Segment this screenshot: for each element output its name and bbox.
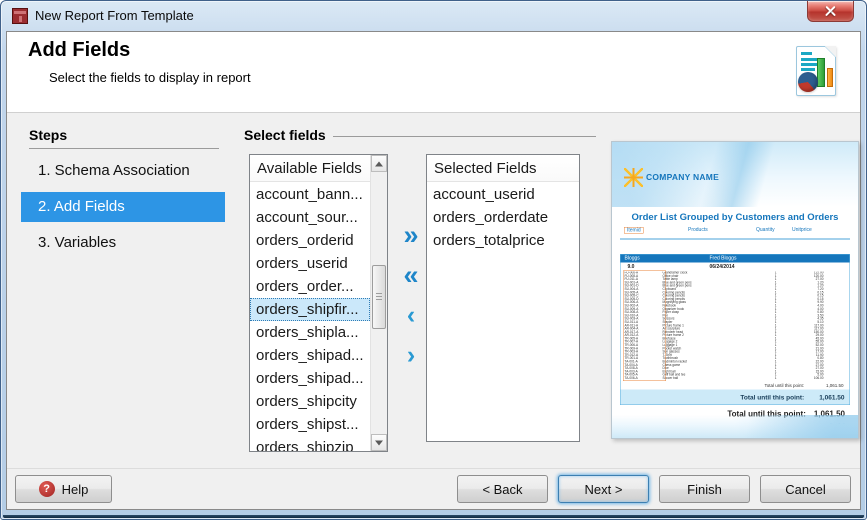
available-field-item[interactable]: orders_shipzip: [250, 436, 370, 451]
next-button[interactable]: Next >: [558, 475, 649, 503]
preview-logo: COMPANY NAME: [624, 168, 719, 187]
total-band-label: Total until this point:: [740, 393, 804, 401]
close-button[interactable]: [807, 1, 854, 22]
finish-button[interactable]: Finish: [659, 475, 750, 503]
pie-chart-icon: [798, 72, 818, 92]
highlight-box-codes-column: [623, 271, 666, 382]
document-fold: [825, 46, 836, 57]
page-subtitle: Select the fields to display in report: [49, 70, 251, 85]
total-band-value: 1,061.50: [819, 393, 844, 401]
report-preview: COMPANY NAME Order List Grouped by Custo…: [611, 141, 859, 439]
preview-cell: Soccer ball: [663, 377, 749, 380]
wizard-nav-buttons: < Back Next > Finish Cancel: [457, 475, 851, 503]
available-field-item[interactable]: orders_shipad...: [250, 344, 370, 367]
preview-column-header: Products: [688, 227, 708, 233]
help-label: Help: [62, 482, 89, 497]
page-title: Add Fields: [28, 39, 130, 62]
preview-group-band: Bloggs Fred Bloggs: [621, 255, 850, 263]
orange-bar: [827, 68, 833, 87]
preview-report-title: Order List Grouped by Customers and Orde…: [612, 212, 858, 223]
help-button[interactable]: ? Help: [15, 475, 112, 503]
group-name: Bloggs: [625, 255, 710, 263]
available-scrollbar[interactable]: [370, 155, 387, 451]
scroll-up-button[interactable]: [371, 155, 387, 172]
move-left-button[interactable]: ‹: [407, 302, 415, 330]
step-item[interactable]: 1. Schema Association: [21, 156, 225, 186]
selected-field-item[interactable]: account_userid: [427, 183, 579, 206]
green-bar: [817, 58, 825, 87]
available-field-item[interactable]: account_sour...: [250, 206, 370, 229]
dialog-content: Add Fields Select the fields to display …: [6, 31, 861, 510]
steps-list: 1. Schema Association 2. Add Fields 3. Var…: [21, 156, 225, 264]
report-chart-icon: [796, 46, 836, 96]
wizard-header: Add Fields Select the fields to display …: [7, 32, 860, 113]
preview-total-band: Total until this point: 1,061.50: [621, 390, 850, 405]
move-right-button[interactable]: ›: [407, 342, 415, 370]
button-bar: ? Help < Back Next > Finish Cancel: [7, 468, 860, 509]
arrow-down-icon: [375, 440, 383, 445]
step-item[interactable]: 2. Add Fields: [21, 192, 225, 222]
doc-line: [801, 68, 815, 71]
selected-fields-header: Selected Fields: [427, 155, 579, 182]
scroll-down-button[interactable]: [371, 434, 387, 451]
preview-column-header: Itemid: [624, 227, 644, 234]
available-field-item[interactable]: orders_shipcity: [250, 390, 370, 413]
preview-header-rule: [620, 239, 850, 240]
available-field-item[interactable]: orders_userid: [250, 252, 370, 275]
available-field-item[interactable]: orders_orderid: [250, 229, 370, 252]
available-field-item[interactable]: orders_shipst...: [250, 413, 370, 436]
subtotal-value: 1,061.50: [826, 382, 844, 390]
preview-cell: 106.00: [777, 377, 824, 380]
move-all-left-button[interactable]: «: [403, 262, 418, 290]
preview-column-header: Quantity: [756, 227, 775, 233]
available-field-item[interactable]: orders_shipla...: [250, 321, 370, 344]
preview-page: COMPANY NAME Order List Grouped by Custo…: [611, 141, 859, 439]
available-field-item[interactable]: orders_shipfir...: [250, 298, 370, 321]
available-field-item[interactable]: orders_order...: [250, 275, 370, 298]
transfer-buttons: » « ‹ ›: [395, 222, 427, 370]
company-name: COMPANY NAME: [646, 173, 719, 183]
group-fullname: Fred Bloggs: [710, 255, 737, 263]
scroll-thumb[interactable]: [372, 265, 386, 329]
company-logo-icon: [624, 168, 643, 187]
help-icon: ?: [39, 481, 55, 497]
cancel-button[interactable]: Cancel: [760, 475, 851, 503]
doc-line: [801, 52, 812, 55]
available-field-item[interactable]: account_bann...: [250, 183, 370, 206]
step-item[interactable]: 3. Variables: [21, 228, 225, 258]
app-icon: [12, 8, 28, 24]
move-all-right-button[interactable]: »: [403, 222, 418, 250]
subtotal-label: Total until this point:: [764, 382, 804, 390]
arrow-up-icon: [375, 161, 383, 166]
available-fields-header: Available Fields: [250, 155, 370, 182]
select-fields-label: Select fields: [244, 127, 326, 143]
preview-cell: 1: [749, 377, 777, 380]
preview-column-headers: Itemid Products Quantity Unitprice: [612, 227, 858, 236]
selected-field-item[interactable]: orders_totalprice: [427, 229, 579, 252]
window-title: New Report From Template: [35, 8, 194, 23]
titlebar[interactable]: New Report From Template: [1, 1, 866, 31]
close-icon: [824, 5, 837, 17]
preview-table: Bloggs Fred Bloggs 9.0 06/24/2014 FU-006…: [620, 254, 850, 405]
selected-fields-items: account_useridorders_orderdateorders_tot…: [427, 183, 579, 441]
available-field-item[interactable]: orders_shipad...: [250, 367, 370, 390]
group-date: 06/24/2014: [710, 263, 735, 272]
back-button[interactable]: < Back: [457, 475, 548, 503]
dialog-window: New Report From Template Add Fields Sele…: [0, 0, 867, 520]
preview-column-header: Unitprice: [792, 227, 812, 233]
steps-group-label: Steps: [29, 127, 67, 143]
preview-page-inner: COMPANY NAME Order List Grouped by Custo…: [612, 142, 858, 438]
steps-separator: [29, 148, 219, 149]
available-fields-list: Available Fields account_bann...account_…: [249, 154, 388, 452]
selected-fields-list: Selected Fields account_useridorders_ord…: [426, 154, 580, 442]
select-fields-separator: [333, 136, 596, 137]
preview-subtotal-row: Total until this point: 1,061.50: [621, 382, 850, 390]
select-fields-group: Select fields: [244, 127, 596, 143]
available-fields-items: account_bann...account_sour...orders_ord…: [250, 183, 370, 451]
selected-field-item[interactable]: orders_orderdate: [427, 206, 579, 229]
preview-footer-waves: [612, 415, 858, 438]
